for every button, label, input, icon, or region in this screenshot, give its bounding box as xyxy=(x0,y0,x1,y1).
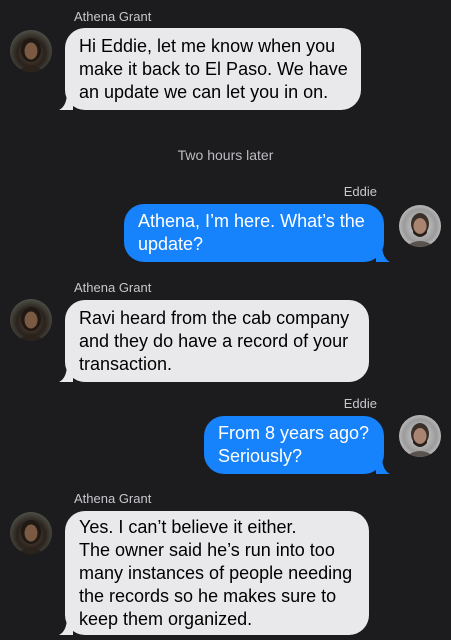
message-line: Yes. I can’t believe it either. xyxy=(79,516,297,537)
athena-avatar[interactable] xyxy=(10,30,52,72)
message-line: From 8 years ago? xyxy=(218,423,370,443)
message-line: Hi Eddie, let me know when you xyxy=(79,35,336,56)
eddie-avatar[interactable] xyxy=(399,205,441,247)
message-line: Ravi heard from the cab company xyxy=(79,307,350,328)
bubble-tail-icon xyxy=(59,617,73,635)
eddie-avatar[interactable] xyxy=(399,415,441,457)
athena-avatar[interactable] xyxy=(10,512,52,554)
message-bubble-incoming[interactable]: Yes. I can’t believe it either. The owne… xyxy=(59,511,369,635)
person-icon xyxy=(18,520,44,554)
bubble-tail-icon xyxy=(376,456,390,474)
message-line: an update we can let you in on. xyxy=(79,81,329,102)
sender-name: Athena Grant xyxy=(74,280,152,295)
message-line: make it back to El Paso. We have xyxy=(79,58,348,79)
bubble-tail-icon xyxy=(59,92,73,110)
bubble-tail-icon xyxy=(376,244,390,262)
message-line: Seriously? xyxy=(218,446,303,466)
message-line: transaction. xyxy=(79,353,173,374)
message-bubble-outgoing[interactable]: From 8 years ago? Seriously? xyxy=(204,416,390,474)
message-line: keep them organized. xyxy=(79,608,253,629)
sender-name: Eddie xyxy=(343,184,377,199)
message-line: Athena, I’m here. What’s the xyxy=(138,211,365,231)
message-line: and they do have a record of your xyxy=(79,330,349,351)
message-bubble-incoming[interactable]: Hi Eddie, let me know when you make it b… xyxy=(59,28,361,110)
message-line: The owner said he’s run into too xyxy=(79,539,335,560)
message-bubble-incoming[interactable]: Ravi heard from the cab company and they… xyxy=(59,300,369,382)
person-icon xyxy=(405,213,435,247)
time-divider: Two hours later xyxy=(177,147,274,163)
sender-name: Athena Grant xyxy=(74,9,152,24)
person-icon xyxy=(405,423,435,457)
message-bubble-outgoing[interactable]: Athena, I’m here. What’s the update? xyxy=(124,204,390,262)
person-icon xyxy=(18,38,44,72)
chat-screen: { "colors": { "background": "#1c1c1e", "… xyxy=(0,0,451,640)
message-line: many instances of people needing xyxy=(79,562,353,583)
bubble-tail-icon xyxy=(59,364,73,382)
message-line: the records so he makes sure to xyxy=(79,585,337,606)
person-icon xyxy=(18,307,44,341)
sender-name: Athena Grant xyxy=(74,491,152,506)
athena-avatar[interactable] xyxy=(10,299,52,341)
sender-name: Eddie xyxy=(343,396,377,411)
message-line: update? xyxy=(138,234,204,254)
